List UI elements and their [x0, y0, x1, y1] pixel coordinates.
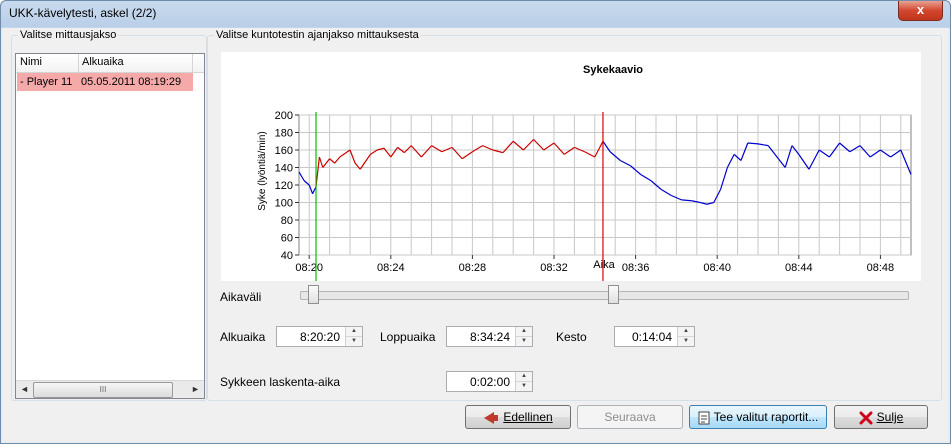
y-tick-label: 160: [275, 145, 293, 157]
time-range-slider-track[interactable]: [300, 291, 909, 300]
spinner-up-button[interactable]: ▲: [678, 327, 694, 337]
time-range-start-handle[interactable]: [308, 285, 319, 304]
y-tick-label: 140: [275, 163, 293, 175]
window-title: UKK-kävelytesti, askel (2/2): [9, 6, 157, 20]
measurement-period-legend: Valitse mittausjakso: [18, 29, 119, 41]
start-time-value: 8:20:20: [299, 330, 340, 344]
heart-rate-chart-svg: Sykekaavio Aika Syke (lyöntiä/min) 40 60 8…: [257, 64, 912, 281]
y-tick-label: 200: [275, 110, 293, 122]
chart-title: Sykekaavio: [583, 64, 643, 76]
spinner-down-button[interactable]: ▼: [346, 337, 362, 346]
y-tick-label: 40: [281, 250, 293, 262]
spinner-arrows: ▲ ▼: [677, 327, 694, 346]
column-separator[interactable]: [192, 54, 193, 72]
time-range-label: Aikaväli: [220, 290, 262, 304]
chart-x-axis-label: Aika: [593, 259, 615, 271]
x-tick-label: 08:48: [867, 262, 895, 274]
heart-rate-window-value: 0:02:00: [469, 375, 510, 389]
spinner-down-button[interactable]: ▼: [678, 337, 694, 346]
list-item-name: - Player 11: [20, 76, 73, 88]
scroll-thumb[interactable]: III: [33, 382, 173, 398]
x-tick-label: 08:24: [377, 262, 405, 274]
horizontal-scrollbar[interactable]: ◄ III ►: [16, 380, 204, 398]
duration-value: 0:14:04: [631, 330, 672, 344]
heart-rate-chart[interactable]: Sykekaavio Aika Syke (lyöntiä/min) 40 60 8…: [221, 52, 921, 281]
y-tick-label: 100: [275, 198, 293, 210]
x-tick-label: 08:20: [295, 262, 323, 274]
spinner-arrows: ▲ ▼: [515, 372, 532, 391]
dialog-window: UKK-kävelytesti, askel (2/2) x Valitse m…: [0, 0, 951, 444]
end-time-value: 8:34:24: [469, 330, 510, 344]
document-icon: [698, 411, 710, 425]
chart-grid: [298, 114, 912, 256]
arrow-left-icon: [484, 411, 499, 424]
close-button-label: Sulje: [876, 410, 904, 424]
time-range-end-handle[interactable]: [608, 285, 619, 304]
spinner-down-button[interactable]: ▼: [516, 382, 532, 391]
next-button-label: Seuraava: [604, 410, 656, 424]
x-tick-label: 08:44: [785, 262, 813, 274]
y-tick-label: 120: [275, 180, 293, 192]
title-bar[interactable]: UKK-kävelytesti, askel (2/2) x: [1, 1, 950, 27]
y-tick-label: 80: [281, 215, 293, 227]
measurement-period-group: Valitse mittausjakso Nimi Alkuaika - Pla…: [11, 29, 207, 401]
duration-spinner[interactable]: 0:14:04 ▲ ▼: [614, 326, 695, 347]
create-reports-button[interactable]: Tee valitut raportit...: [689, 405, 827, 429]
column-header-start[interactable]: Alkuaika: [82, 56, 124, 68]
create-reports-button-label: Tee valitut raportit...: [713, 410, 819, 424]
heart-rate-window-spinner[interactable]: 0:02:00 ▲ ▼: [446, 371, 533, 392]
list-item[interactable]: - Player 11 05.05.2011 08:19:29: [17, 73, 193, 91]
measurement-period-list[interactable]: Nimi Alkuaika - Player 11 05.05.2011 08:…: [15, 53, 205, 399]
scroll-right-button[interactable]: ►: [187, 381, 204, 398]
next-button[interactable]: Seuraava: [577, 405, 683, 429]
scroll-left-button[interactable]: ◄: [16, 381, 33, 398]
red-x-icon: [859, 411, 873, 425]
end-time-label: Loppuaika: [380, 330, 436, 344]
previous-button[interactable]: Edellinen: [465, 405, 571, 429]
x-tick-label: 08:32: [540, 262, 568, 274]
test-period-legend: Valitse kuntotestin ajanjakso mittaukses…: [214, 29, 421, 41]
spinner-down-button[interactable]: ▼: [516, 337, 532, 346]
window-close-button[interactable]: x: [898, 1, 943, 21]
heart-rate-window-label: Sykkeen laskenta-aika: [220, 375, 341, 389]
x-tick-label: 08:28: [459, 262, 487, 274]
previous-button-label: Edellinen: [503, 410, 553, 424]
spinner-up-button[interactable]: ▲: [346, 327, 362, 337]
list-item-start-time: 05.05.2011 08:19:29: [81, 76, 182, 88]
column-header-name[interactable]: Nimi: [20, 56, 42, 68]
chart-y-axis-label: Syke (lyöntiä/min): [257, 131, 268, 210]
y-tick-label: 60: [281, 233, 293, 245]
close-button[interactable]: Sulje: [834, 405, 928, 429]
spinner-arrows: ▲ ▼: [515, 327, 532, 346]
x-tick-label: 08:36: [622, 262, 650, 274]
x-tick-label: 08:40: [703, 262, 731, 274]
column-separator[interactable]: [78, 54, 79, 72]
y-tick-label: 180: [275, 128, 293, 140]
list-header: Nimi Alkuaika: [16, 54, 204, 73]
spinner-up-button[interactable]: ▲: [516, 372, 532, 382]
end-time-spinner[interactable]: 8:34:24 ▲ ▼: [446, 326, 533, 347]
duration-label: Kesto: [556, 330, 587, 344]
dialog-client: Valitse mittausjakso Nimi Alkuaika - Pla…: [3, 28, 948, 441]
spinner-up-button[interactable]: ▲: [516, 327, 532, 337]
start-time-spinner[interactable]: 8:20:20 ▲ ▼: [276, 326, 363, 347]
start-time-label: Alkuaika: [220, 330, 266, 344]
spinner-arrows: ▲ ▼: [345, 327, 362, 346]
